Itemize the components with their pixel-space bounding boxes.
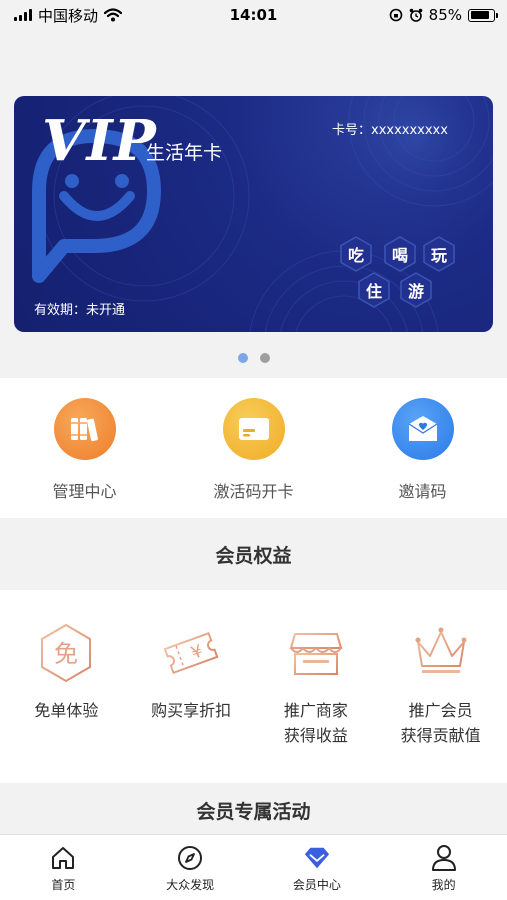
invite-code-label: 邀请码 xyxy=(398,482,447,501)
benefit-promote-merchant-label: 推广商家 获得收益 xyxy=(283,701,348,745)
crown-icon xyxy=(410,622,472,684)
card-number: 卡号：xxxxxxxxxx xyxy=(332,123,448,138)
tag-eat: 吃 xyxy=(338,236,374,272)
carousel-dot[interactable] xyxy=(259,353,270,363)
tag-play: 玩 xyxy=(421,236,457,272)
tab-member-center-label: 会员中心 xyxy=(292,878,341,892)
wifi-icon xyxy=(104,8,123,22)
user-icon xyxy=(430,844,458,872)
benefit-discount[interactable]: ¥ 购买享折扣 xyxy=(129,590,254,783)
battery-percent: 85% xyxy=(428,6,462,24)
tag-travel: 游 xyxy=(398,272,434,308)
benefit-promote-merchant[interactable]: 推广商家 获得收益 xyxy=(254,590,379,783)
vip-subtitle: 生活年卡 xyxy=(146,142,223,164)
activity-section-title: 会员专属活动 xyxy=(0,783,507,837)
rotation-lock-icon xyxy=(389,8,402,22)
benefits-list: 免 免单体验 ¥ 购买享折扣 推广商家 获得收益 推广会员 获得贡献值 xyxy=(0,590,507,783)
benefit-promote-member[interactable]: 推广会员 获得贡献值 xyxy=(378,590,503,783)
management-center-button[interactable]: 管理中心 xyxy=(0,378,169,518)
vip-card[interactable]: VIP 生活年卡 卡号：xxxxxxxxxx 有效期：未开通 吃 喝 玩 住 游 xyxy=(14,96,493,332)
tab-mine-label: 我的 xyxy=(431,878,456,892)
tag-drink: 喝 xyxy=(382,236,418,272)
tab-member-center[interactable]: 会员中心 xyxy=(254,835,381,900)
benefits-section-title: 会员权益 xyxy=(0,518,507,590)
tab-mine[interactable]: 我的 xyxy=(380,835,507,900)
books-icon xyxy=(53,398,116,460)
benefit-promote-member-label: 推广会员 获得贡献值 xyxy=(400,701,481,745)
card-icon xyxy=(222,398,285,460)
benefit-free-trial[interactable]: 免 免单体验 xyxy=(4,590,129,783)
quick-actions: 管理中心 激活码开卡 邀请码 xyxy=(0,378,507,518)
benefit-discount-label: 购买享折扣 xyxy=(151,701,232,720)
home-icon xyxy=(49,844,77,872)
tab-home[interactable]: 首页 xyxy=(0,835,127,900)
tab-discover[interactable]: 大众发现 xyxy=(127,835,254,900)
member-diamond-icon xyxy=(303,844,331,872)
coupon-ticket-icon: ¥ xyxy=(160,622,222,684)
tab-home-label: 首页 xyxy=(51,878,76,892)
activation-code-button[interactable]: 激活码开卡 xyxy=(169,378,338,518)
status-left: 中国移动 xyxy=(14,5,123,26)
status-bar: 中国移动 14:01 85% xyxy=(0,0,507,30)
envelope-heart-icon xyxy=(391,398,454,460)
battery-level xyxy=(470,11,490,19)
vip-title: VIP xyxy=(42,108,157,174)
status-right: 85% xyxy=(389,6,498,24)
carrier-label: 中国移动 xyxy=(38,6,99,25)
free-glyph: 免 xyxy=(54,640,78,668)
tag-stay: 住 xyxy=(356,272,392,308)
card-validity: 有效期：未开通 xyxy=(34,303,126,318)
tab-discover-label: 大众发现 xyxy=(166,878,215,892)
invite-code-button[interactable]: 邀请码 xyxy=(338,378,507,518)
battery-icon xyxy=(468,8,498,22)
carousel-dot-active[interactable] xyxy=(237,353,248,363)
compass-icon xyxy=(176,844,204,872)
tab-bar: 首页 大众发现 会员中心 我的 xyxy=(0,834,507,900)
storefront-icon xyxy=(285,622,347,684)
benefit-free-trial-label: 免单体验 xyxy=(34,701,99,720)
free-hexagon-icon: 免 xyxy=(35,622,97,684)
yen-glyph: ¥ xyxy=(189,641,206,664)
alarm-icon xyxy=(409,8,422,22)
management-center-label: 管理中心 xyxy=(52,482,117,501)
signal-icon xyxy=(14,9,32,21)
clock: 14:01 xyxy=(229,6,278,24)
activation-code-label: 激活码开卡 xyxy=(213,482,294,501)
carousel-indicator[interactable] xyxy=(0,353,507,363)
